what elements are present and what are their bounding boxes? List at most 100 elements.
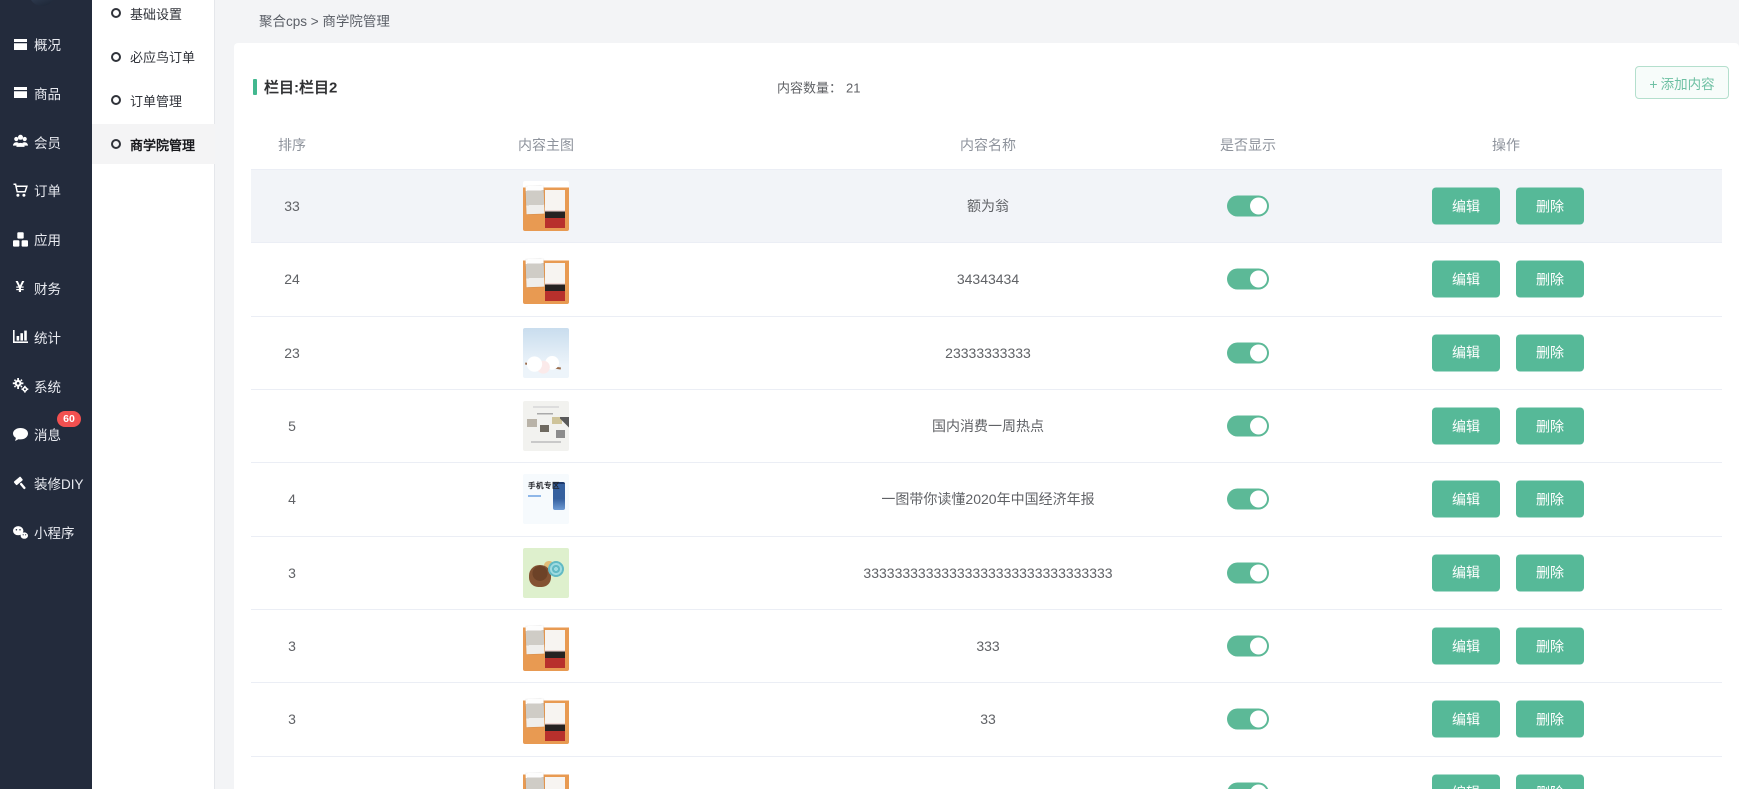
visibility-toggle[interactable] (1227, 636, 1269, 657)
breadcrumb[interactable]: 聚合cps > 商学院管理 (259, 0, 390, 43)
sidebar-item-label: 消息 (34, 424, 61, 444)
toggle-knob (1250, 564, 1267, 581)
table-row: 33 额为翁 编辑 删除 (251, 170, 1722, 243)
visibility-toggle[interactable] (1227, 782, 1269, 789)
thumbnail-image (523, 548, 569, 598)
submenu-item-label: 基础设置 (130, 4, 182, 23)
thumbnail-image (523, 401, 569, 451)
delete-button[interactable]: 删除 (1516, 188, 1584, 225)
sort-value: 4 (251, 491, 333, 507)
submenu-item-1[interactable]: 必应鸟订单 (92, 37, 215, 77)
sidebar-item-label: 财务 (34, 278, 61, 298)
delete-button[interactable]: 删除 (1516, 554, 1584, 591)
delete-button[interactable]: 删除 (1516, 334, 1584, 371)
sidebar-item-orders[interactable]: 订单 (0, 166, 92, 215)
visibility-toggle[interactable] (1227, 196, 1269, 217)
sidebar-item-members[interactable]: 会员 (0, 117, 92, 166)
admin-app: 概况 商品 会员 订单 应用 ¥ 财务 统计 系统 消息 60 装修DIY (0, 0, 1739, 789)
thumbnail-image (523, 181, 569, 231)
sort-value: 3 (251, 711, 333, 727)
delete-button[interactable]: 删除 (1516, 628, 1584, 665)
table-row: 编辑 删除 (251, 757, 1722, 789)
visibility-toggle[interactable] (1227, 489, 1269, 510)
header-sort: 排序 (251, 135, 333, 155)
table-row: 4 手机专区 一图带你读懂2020年中国经济年报 编辑 删除 (251, 463, 1722, 536)
edit-button[interactable]: 编辑 (1432, 774, 1500, 789)
table-row: 5 国内消费一周热点 编辑 删除 (251, 390, 1722, 463)
delete-button[interactable]: 删除 (1516, 408, 1584, 445)
submenu-item-2[interactable]: 订单管理 (92, 80, 215, 120)
sidebar-item-goods[interactable]: 商品 (0, 68, 92, 117)
content-count-value: 21 (846, 81, 860, 96)
delete-button[interactable]: 删除 (1516, 701, 1584, 738)
content-panel: 栏目:栏目2 内容数量：21 +添加内容 排序 内容主图 内容名称 是否显示 操… (234, 43, 1739, 789)
table-header-row: 排序 内容主图 内容名称 是否显示 操作 (251, 120, 1722, 170)
thumbnail-image (523, 254, 569, 304)
sidebar-item-system[interactable]: 系统 (0, 361, 92, 410)
delete-button[interactable]: 删除 (1516, 481, 1584, 518)
submenu-item-0[interactable]: 基础设置 (92, 0, 215, 33)
toggle-knob (1250, 271, 1267, 288)
table-row: 23 23333333333 编辑 删除 (251, 317, 1722, 390)
sort-value: 3 (251, 565, 333, 581)
messages-icon (11, 425, 29, 443)
sidebar-item-apps[interactable]: 应用 (0, 215, 92, 264)
edit-button[interactable]: 编辑 (1432, 701, 1500, 738)
circle-icon (111, 8, 121, 18)
visibility-toggle[interactable] (1227, 269, 1269, 290)
content-name: 国内消费一周热点 (688, 416, 1288, 436)
sidebar-item-miniprogram[interactable]: 小程序 (0, 508, 92, 557)
apps-icon (11, 230, 29, 248)
edit-button[interactable]: 编辑 (1432, 408, 1500, 445)
edit-button[interactable]: 编辑 (1432, 188, 1500, 225)
header-name: 内容名称 (688, 135, 1288, 155)
edit-button[interactable]: 编辑 (1432, 554, 1500, 591)
edit-button[interactable]: 编辑 (1432, 481, 1500, 518)
content-table: 排序 内容主图 内容名称 是否显示 操作 33 额为翁 编辑 删除 24 343… (251, 120, 1722, 789)
content-name: 23333333333 (688, 345, 1288, 361)
thumbnail-image: 手机专区 (523, 474, 569, 524)
stats-icon (11, 328, 29, 346)
secondary-sidebar: 基础设置 必应鸟订单 订单管理 商学院管理 (92, 0, 215, 789)
visibility-toggle[interactable] (1227, 342, 1269, 363)
sidebar-item-stats[interactable]: 统计 (0, 312, 92, 361)
circle-icon (111, 52, 121, 62)
circle-icon (111, 139, 121, 149)
sidebar-item-overview[interactable]: 概况 (0, 20, 92, 69)
edit-button[interactable]: 编辑 (1432, 628, 1500, 665)
content-name: 一图带你读懂2020年中国经济年报 (688, 489, 1288, 509)
sort-value: 23 (251, 345, 333, 361)
toggle-knob (1250, 344, 1267, 361)
diy-icon (11, 474, 29, 492)
system-icon (11, 377, 29, 395)
submenu-item-label: 订单管理 (130, 91, 182, 110)
visibility-toggle[interactable] (1227, 709, 1269, 730)
sidebar-item-finance[interactable]: ¥ 财务 (0, 264, 92, 313)
edit-button[interactable]: 编辑 (1432, 334, 1500, 371)
notification-badge: 60 (57, 411, 81, 427)
header-actions: 操作 (1411, 135, 1601, 155)
submenu-item-label: 必应鸟订单 (130, 47, 195, 66)
toggle-knob (1250, 198, 1267, 215)
submenu-item-3[interactable]: 商学院管理 (92, 124, 215, 164)
sidebar-item-label: 会员 (34, 132, 61, 152)
sidebar-item-label: 装修DIY (34, 473, 84, 493)
delete-button[interactable]: 删除 (1516, 261, 1584, 298)
main-sidebar: 概况 商品 会员 订单 应用 ¥ 财务 统计 系统 消息 60 装修DIY (0, 0, 92, 789)
miniprogram-icon (11, 523, 29, 541)
add-content-button[interactable]: +添加内容 (1635, 66, 1729, 99)
sidebar-item-label: 统计 (34, 327, 61, 347)
toggle-knob (1250, 784, 1267, 789)
submenu-item-label: 商学院管理 (130, 135, 195, 154)
edit-button[interactable]: 编辑 (1432, 261, 1500, 298)
delete-button[interactable]: 删除 (1516, 774, 1584, 789)
visibility-toggle[interactable] (1227, 416, 1269, 437)
members-icon (11, 133, 29, 151)
table-row: 3 33 编辑 删除 (251, 683, 1722, 756)
avatar[interactable] (29, 0, 55, 6)
sidebar-item-messages[interactable]: 消息 60 (0, 410, 92, 459)
sidebar-item-diy[interactable]: 装修DIY (0, 459, 92, 508)
thumbnail-image (523, 328, 569, 378)
visibility-toggle[interactable] (1227, 562, 1269, 583)
table-row: 3 333 编辑 删除 (251, 610, 1722, 683)
